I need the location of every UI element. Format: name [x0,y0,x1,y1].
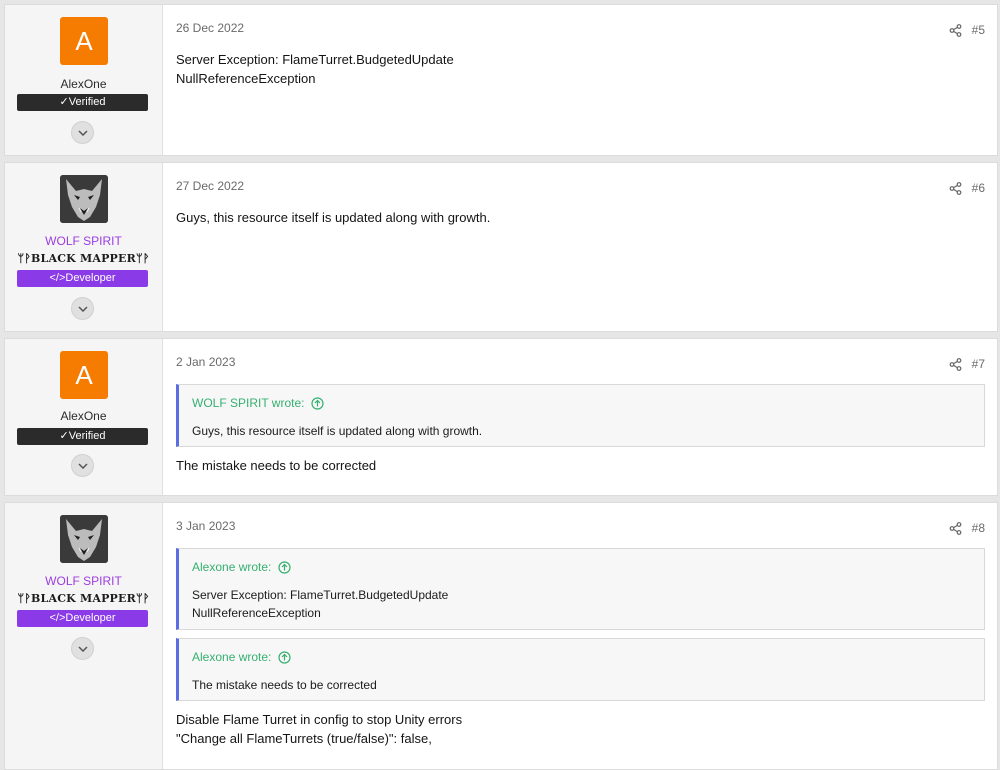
post-content: 26 Dec 2022 #5 Server Exception: FlameTu… [163,5,997,155]
quote-text: Guys, this resource itself is updated al… [192,422,482,440]
post-date[interactable]: 26 Dec 2022 [176,21,244,35]
quote-author[interactable]: WOLF SPIRIT wrote: [192,396,304,410]
post-number[interactable]: #5 [972,23,985,37]
body-line: Disable Flame Turret in config to stop U… [176,712,463,727]
quote-text: The mistake needs to be corrected [192,676,377,694]
post-body: Disable Flame Turret in config to stop U… [176,710,462,748]
post-8: WOLF SPIRIT ᛘᚹBLACK MAPPERᛘᚹ </>Develope… [4,502,998,770]
user-panel: A AlexOne ✓Verified [5,5,163,155]
post-actions: #5 [949,23,985,37]
expand-user-button[interactable] [71,454,94,477]
quote-author[interactable]: Alexone wrote: [192,560,271,574]
quote-text: Server Exception: FlameTurret.BudgetedUp… [192,586,448,622]
post-body: The mistake needs to be corrected [176,456,376,475]
expand-user-button[interactable] [71,637,94,660]
post-number[interactable]: #7 [972,357,985,371]
post-date[interactable]: 27 Dec 2022 [176,179,244,193]
post-number[interactable]: #8 [972,521,985,535]
body-line: The mistake needs to be corrected [176,458,377,473]
post-6: WOLF SPIRIT ᛘᚹBLACK MAPPERᛘᚹ </>Develope… [4,162,998,332]
quote-line: Server Exception: FlameTurret.BudgetedUp… [192,588,449,602]
post-5: A AlexOne ✓Verified 26 Dec 2022 #5 Serve… [4,4,998,156]
quote-line: Guys, this resource itself is updated al… [192,424,483,438]
quote-line: NullReferenceException [192,606,321,620]
wolf-avatar-icon [60,515,108,563]
quote-author[interactable]: Alexone wrote: [192,650,271,664]
quote-block: WOLF SPIRIT wrote: Guys, this resource i… [176,384,985,447]
arrow-up-circle-icon[interactable] [278,650,291,664]
user-panel: A AlexOne ✓Verified [5,339,163,495]
share-icon[interactable] [949,357,962,371]
post-7: A AlexOne ✓Verified 2 Jan 2023 #7 WOLF S… [4,338,998,496]
username[interactable]: WOLF SPIRIT [5,234,162,248]
quote-block: Alexone wrote: Server Exception: FlameTu… [176,548,985,630]
quote-header[interactable]: Alexone wrote: [192,650,291,664]
expand-user-button[interactable] [71,121,94,144]
developer-badge: </>Developer [17,610,148,627]
chevron-down-icon [77,462,88,469]
user-title: ᛘᚹBLACK MAPPERᛘᚹ [17,252,150,265]
share-icon[interactable] [949,23,962,37]
verified-badge: ✓Verified [17,94,148,111]
quote-header[interactable]: Alexone wrote: [192,560,291,574]
post-date[interactable]: 2 Jan 2023 [176,355,235,369]
user-panel: WOLF SPIRIT ᛘᚹBLACK MAPPERᛘᚹ </>Develope… [5,503,163,769]
post-actions: #7 [949,357,985,371]
chevron-down-icon [77,305,88,312]
body-line: Guys, this resource itself is updated al… [176,210,491,225]
chevron-down-icon [77,645,88,652]
body-line: NullReferenceException [176,71,316,86]
post-content: 3 Jan 2023 #8 Alexone wrote: Server Exce… [163,503,997,769]
username[interactable]: WOLF SPIRIT [5,574,162,588]
share-icon[interactable] [949,181,962,195]
quote-header[interactable]: WOLF SPIRIT wrote: [192,396,325,410]
post-body: Guys, this resource itself is updated al… [176,208,490,227]
body-line: "Change all FlameTurrets (true/false)": … [176,731,432,746]
post-actions: #6 [949,181,985,195]
avatar[interactable]: A [60,351,108,399]
username[interactable]: AlexOne [5,77,162,91]
quote-block: Alexone wrote: The mistake needs to be c… [176,638,985,701]
quote-line: The mistake needs to be corrected [192,678,377,692]
post-number[interactable]: #6 [972,181,985,195]
share-icon[interactable] [949,521,962,535]
post-body: Server Exception: FlameTurret.BudgetedUp… [176,50,454,88]
avatar[interactable]: A [60,17,108,65]
post-content: 2 Jan 2023 #7 WOLF SPIRIT wrote: Guys, t… [163,339,997,495]
expand-user-button[interactable] [71,297,94,320]
username[interactable]: AlexOne [5,409,162,423]
post-content: 27 Dec 2022 #6 Guys, this resource itsel… [163,163,997,331]
chevron-down-icon [77,129,88,136]
post-actions: #8 [949,521,985,535]
user-panel: WOLF SPIRIT ᛘᚹBLACK MAPPERᛘᚹ </>Develope… [5,163,163,331]
avatar[interactable] [60,515,108,563]
post-date[interactable]: 3 Jan 2023 [176,519,235,533]
user-title: ᛘᚹBLACK MAPPERᛘᚹ [17,592,150,605]
wolf-avatar-icon [60,175,108,223]
developer-badge: </>Developer [17,270,148,287]
arrow-up-circle-icon[interactable] [311,396,325,410]
body-line: Server Exception: FlameTurret.BudgetedUp… [176,52,454,67]
verified-badge: ✓Verified [17,428,148,445]
avatar[interactable] [60,175,108,223]
arrow-up-circle-icon[interactable] [278,560,291,574]
